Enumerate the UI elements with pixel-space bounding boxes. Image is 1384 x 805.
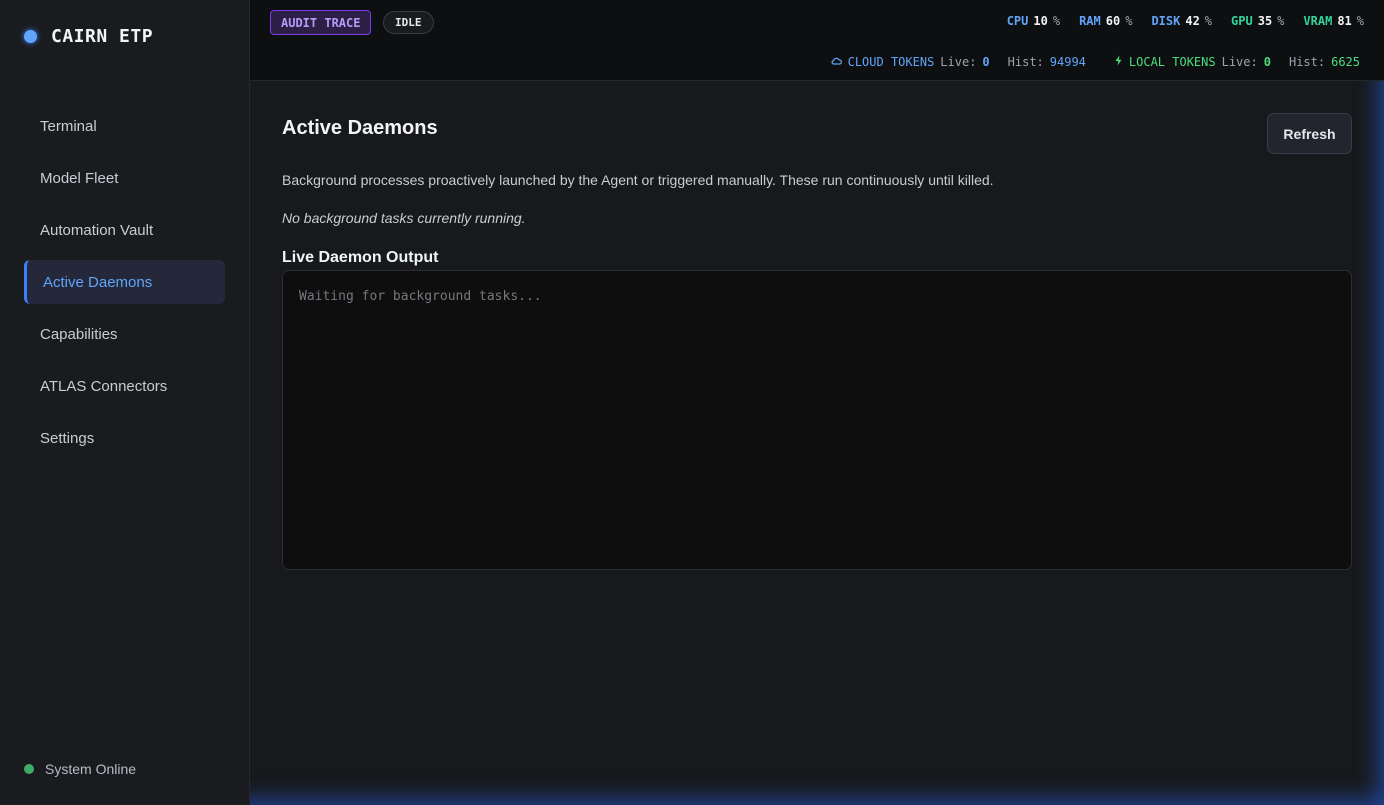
metric-value: 42 <box>1185 14 1200 28</box>
metric-unit: % <box>1356 14 1364 28</box>
cloud-tokens-label: CLOUD TOKENS <box>847 55 935 69</box>
metric-unit: % <box>1052 14 1061 28</box>
metric-ram: RAM 60 % <box>1079 14 1132 28</box>
metric-disk: DISK 42 % <box>1151 14 1212 28</box>
audit-trace-badge[interactable]: AUDIT TRACE <box>270 10 372 35</box>
empty-state-message: No background tasks currently running. <box>282 210 526 226</box>
page-description: Background processes proactively launche… <box>282 172 994 188</box>
brand-dot-icon <box>24 30 37 43</box>
cloud-live-value: 0 <box>982 55 990 69</box>
page-title: Active Daemons <box>282 117 438 139</box>
cloud-live-label: Live: <box>940 55 977 69</box>
status-dot-icon <box>24 764 34 774</box>
brand: CAIRN ETP <box>24 26 153 47</box>
cloud-hist-label: Hist: <box>1007 55 1044 69</box>
metric-unit: % <box>1204 14 1213 28</box>
metric-gpu: GPU 35 % <box>1231 14 1284 28</box>
metric-unit: % <box>1125 14 1133 28</box>
cloud-tokens: CLOUD TOKENS Live: 0 Hist: 94994 <box>831 55 1086 69</box>
refresh-button[interactable]: Refresh <box>1267 113 1352 154</box>
sidebar-item-terminal[interactable]: Terminal <box>24 104 225 148</box>
top-bar: AUDIT TRACE IDLE CPU 10 % RAM 60 % DISK … <box>250 0 1384 81</box>
brand-name: CAIRN ETP <box>51 26 154 47</box>
metric-vram: VRAM 81 % <box>1303 14 1364 28</box>
metric-cpu: CPU 10 % <box>1007 14 1060 28</box>
main-area: AUDIT TRACE IDLE CPU 10 % RAM 60 % DISK … <box>250 0 1384 805</box>
output-placeholder: Waiting for background tasks... <box>299 289 542 304</box>
sidebar-item-atlas-connectors[interactable]: ATLAS Connectors <box>24 364 225 408</box>
metric-unit: % <box>1277 14 1285 28</box>
sidebar-item-capabilities[interactable]: Capabilities <box>24 312 225 356</box>
lightning-icon <box>1115 55 1122 66</box>
local-tokens-label: LOCAL TOKENS <box>1128 55 1216 69</box>
metric-value: 81 <box>1337 14 1352 28</box>
sidebar-item-settings[interactable]: Settings <box>24 416 225 460</box>
metric-label: RAM <box>1079 14 1101 28</box>
metric-label: DISK <box>1151 14 1181 28</box>
local-tokens: LOCAL TOKENS Live: 0 Hist: 6625 <box>1114 55 1360 69</box>
local-live-label: Live: <box>1221 55 1258 69</box>
output-section-title: Live Daemon Output <box>282 249 439 266</box>
system-metrics: CPU 10 % RAM 60 % DISK 42 % GPU 35 % VRA… <box>1007 14 1364 28</box>
local-hist-label: Hist: <box>1288 55 1326 69</box>
token-counters: CLOUD TOKENS Live: 0 Hist: 94994 LOCAL T… <box>831 55 1360 69</box>
metric-label: CPU <box>1006 14 1029 28</box>
metric-value: 10 <box>1033 14 1048 28</box>
system-status: System Online <box>24 761 136 777</box>
sidebar-item-model-fleet[interactable]: Model Fleet <box>24 156 225 200</box>
status-label: System Online <box>45 761 137 777</box>
sidebar-item-automation-vault[interactable]: Automation Vault <box>24 208 225 252</box>
daemon-output-console[interactable]: Waiting for background tasks... <box>282 270 1352 570</box>
metric-value: 35 <box>1257 14 1273 28</box>
metric-label: GPU <box>1231 14 1253 28</box>
local-live-value: 0 <box>1263 55 1271 69</box>
sidebar: CAIRN ETP Terminal Model Fleet Automatio… <box>0 0 250 805</box>
metric-label: VRAM <box>1303 14 1333 28</box>
metric-value: 60 <box>1105 14 1121 28</box>
sidebar-nav: Terminal Model Fleet Automation Vault Ac… <box>24 104 225 468</box>
cloud-icon <box>831 57 842 65</box>
local-hist-value: 6625 <box>1331 55 1360 69</box>
state-badge: IDLE <box>383 11 434 34</box>
sidebar-item-active-daemons[interactable]: Active Daemons <box>24 260 225 304</box>
app-window: CAIRN ETP Terminal Model Fleet Automatio… <box>0 0 1384 805</box>
cloud-hist-value: 94994 <box>1049 55 1086 69</box>
